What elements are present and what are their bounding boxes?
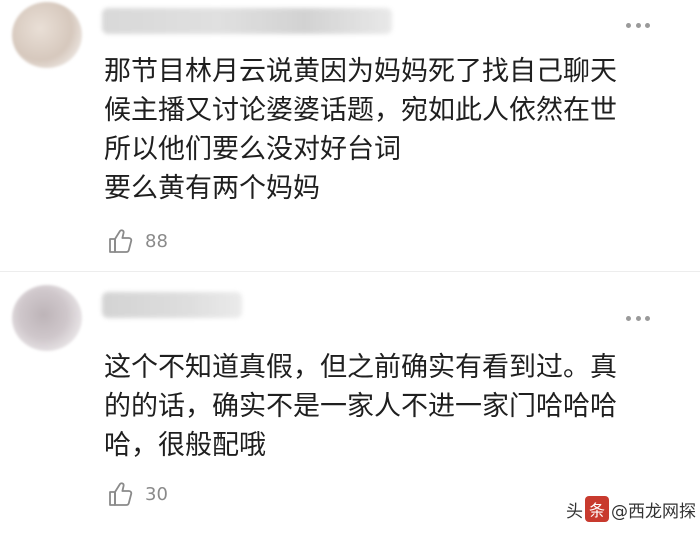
like-button[interactable]: 30 — [107, 477, 168, 511]
dot — [645, 22, 650, 28]
comment-line: 要么黄有两个妈妈 — [104, 173, 320, 204]
dot — [626, 22, 631, 28]
more-dots-icon[interactable] — [626, 313, 650, 323]
comment-text: 那节目林月云说黄因为妈妈死了找自己聊天 候主播又讨论婆婆话题，宛如此人依然在世 … — [104, 52, 644, 208]
username-blurred[interactable] — [102, 292, 242, 318]
like-button[interactable]: 88 — [107, 224, 168, 258]
thumbs-up-icon[interactable] — [107, 227, 135, 255]
more-dots-icon[interactable] — [626, 20, 650, 30]
dot — [635, 22, 641, 28]
comment-item: 那节目林月云说黄因为妈妈死了找自己聊天 候主播又讨论婆婆话题，宛如此人依然在世 … — [0, 0, 700, 272]
watermark-suffix: @西龙网探 — [611, 501, 697, 522]
comment-line: 那节目林月云说黄因为妈妈死了找自己聊天 — [104, 56, 617, 87]
comment-feed: 那节目林月云说黄因为妈妈死了找自己聊天 候主播又讨论婆婆话题，宛如此人依然在世 … — [0, 0, 700, 534]
comment-line: 的的话，确实不是一家人不进一家门哈哈哈 — [104, 391, 617, 422]
comment-line: 哈，很般配哦 — [104, 430, 266, 461]
comment-line: 这个不知道真假，但之前确实有看到过。真 — [104, 352, 617, 383]
username-blurred[interactable] — [102, 8, 392, 34]
thumbs-up-icon[interactable] — [107, 480, 135, 508]
comment-line: 所以他们要么没对好台词 — [104, 134, 401, 165]
dot — [626, 315, 631, 321]
like-count: 88 — [145, 230, 168, 252]
dot — [645, 315, 650, 321]
watermark-prefix: 头 — [566, 501, 583, 522]
like-count: 30 — [145, 483, 168, 505]
avatar[interactable] — [12, 2, 82, 68]
watermark-badge: 条 — [585, 496, 610, 522]
watermark: 头 条 @西龙网探 — [566, 492, 696, 526]
comment-text: 这个不知道真假，但之前确实有看到过。真 的的话，确实不是一家人不进一家门哈哈哈 … — [104, 348, 664, 465]
comment-line: 候主播又讨论婆婆话题，宛如此人依然在世 — [104, 95, 617, 126]
avatar[interactable] — [12, 285, 82, 351]
dot — [635, 315, 641, 321]
